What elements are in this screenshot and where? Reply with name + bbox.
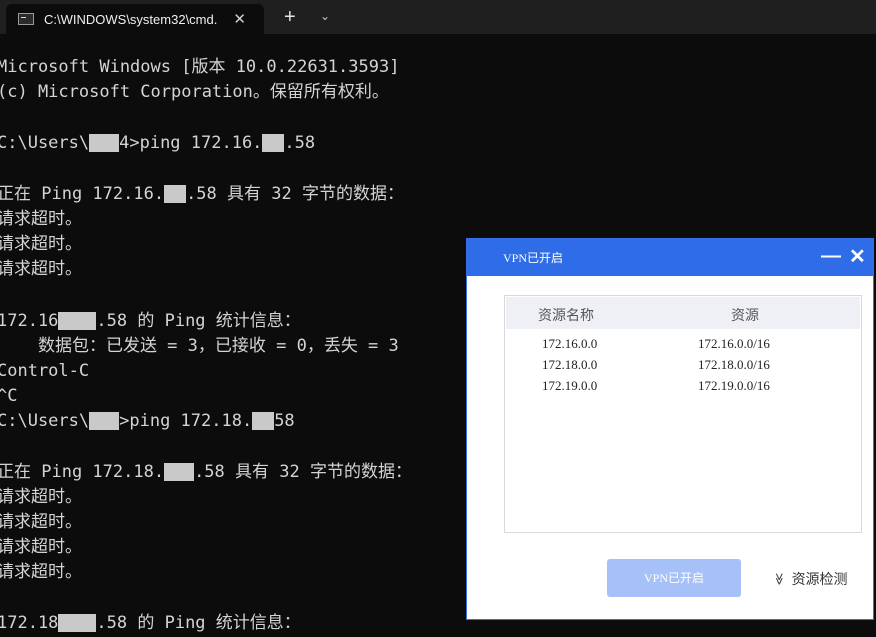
cell-resource-name: 172.18.0.0 [542, 357, 598, 372]
terminal-line: 请求超时。 [0, 512, 82, 532]
cell-resource: 172.18.0.0/16 [698, 357, 770, 372]
terminal-line: Microsoft Windows [版本 10.0.22631.3593] [0, 57, 400, 77]
terminal-text: 172.18 [0, 613, 59, 633]
table-row[interactable]: 172.18.0.0 172.18.0.0/16 [505, 357, 859, 377]
terminal-text: C:\Users\ [0, 411, 90, 431]
terminal-line: C:\Users\ 4>ping 172.16. .58 [0, 131, 315, 156]
terminal-line: (c) Microsoft Corporation。保留所有权利。 [0, 82, 389, 102]
cell-resource: 172.19.0.0/16 [698, 378, 770, 393]
terminal-text: 正在 Ping 172.16. [0, 184, 165, 204]
terminal-line: 数据包：已发送 = 3，已接收 = 0，丢失 = 3 [0, 336, 399, 356]
terminal-line: 请求超时。 [0, 259, 82, 279]
tab-title: C:\WINDOWS\system32\cmd. [44, 11, 218, 27]
terminal-text: .58 的 Ping 统计信息： [96, 311, 301, 331]
terminal-line: C:\Users\ >ping 172.18. 58 [0, 409, 295, 434]
minimize-icon[interactable]: — [821, 245, 841, 268]
cell-resource-name: 172.16.0.0 [542, 336, 598, 351]
redacted-block [89, 412, 120, 430]
column-header-resource-name: 资源名称 [538, 309, 594, 324]
terminal-text: .58 的 Ping 统计信息： [96, 613, 301, 633]
terminal-line: ^C [0, 386, 18, 406]
terminal-text: >ping 172.18. [119, 411, 253, 431]
tab-bar: C:\WINDOWS\system32\cmd. ✕ + ⌄ [0, 0, 876, 34]
chevron-down-icon[interactable]: ⌄ [320, 9, 330, 23]
terminal-line: 172.16 .58 的 Ping 统计信息： [0, 309, 301, 334]
redacted-block [262, 134, 285, 152]
resource-check-label: 资源检测 [791, 573, 848, 588]
close-icon[interactable]: ✕ [233, 10, 246, 28]
terminal-text: 172.16 [0, 311, 59, 331]
terminal-text: 4>ping 172.16. [119, 133, 263, 153]
terminal-text: .58 具有 32 字节的数据： [186, 184, 404, 204]
terminal-line: 请求超时。 [0, 562, 82, 582]
terminal-line: 172.18 .58 的 Ping 统计信息： [0, 611, 301, 636]
terminal-line: 正在 Ping 172.18. .58 具有 32 字节的数据： [0, 460, 412, 485]
new-tab-button[interactable]: + [284, 5, 296, 29]
table-row[interactable]: 172.19.0.0 172.19.0.0/16 [505, 378, 859, 398]
terminal-text: 正在 Ping 172.18. [0, 462, 165, 482]
redacted-block [164, 185, 187, 203]
redacted-block [89, 134, 120, 152]
redacted-block [58, 312, 97, 330]
redacted-block [252, 412, 275, 430]
terminal-text: 58 [274, 411, 295, 431]
table-header: 资源名称 资源 [506, 297, 860, 329]
terminal-line: 请求超时。 [0, 537, 82, 557]
terminal-line: 请求超时。 [0, 209, 82, 229]
vpn-dialog: VPN已开启 — ✕ 资源名称 资源 172.16.0.0 172.16.0.0… [466, 238, 874, 620]
terminal-text: C:\Users\ [0, 133, 90, 153]
dialog-header[interactable]: VPN已开启 — ✕ [467, 239, 873, 276]
cell-resource: 172.16.0.0/16 [698, 336, 770, 351]
column-header-resource: 资源 [731, 309, 759, 324]
terminal-text: .58 具有 32 字节的数据： [194, 462, 412, 482]
redacted-block [164, 463, 195, 481]
terminal-line: 请求超时。 [0, 487, 82, 507]
resource-check-button[interactable]: ≫ 资源检测 [772, 569, 848, 589]
vpn-enabled-button[interactable]: VPN已开启 [607, 559, 741, 597]
table-row[interactable]: 172.16.0.0 172.16.0.0/16 [505, 336, 859, 356]
double-chevron-down-icon: ≫ [772, 572, 787, 586]
terminal-icon [18, 13, 34, 25]
redacted-block [58, 614, 97, 632]
close-icon[interactable]: ✕ [849, 244, 866, 269]
terminal-line: 正在 Ping 172.16. .58 具有 32 字节的数据： [0, 182, 404, 207]
resource-table: 资源名称 资源 172.16.0.0 172.16.0.0/16 172.18.… [504, 295, 862, 533]
dialog-title: VPN已开启 [503, 251, 564, 265]
terminal-line: 请求超时。 [0, 234, 82, 254]
terminal-text: .58 [284, 133, 316, 153]
cell-resource-name: 172.19.0.0 [542, 378, 598, 393]
terminal-line: Control-C [0, 361, 90, 381]
tab-cmd[interactable]: C:\WINDOWS\system32\cmd. ✕ [6, 4, 264, 34]
